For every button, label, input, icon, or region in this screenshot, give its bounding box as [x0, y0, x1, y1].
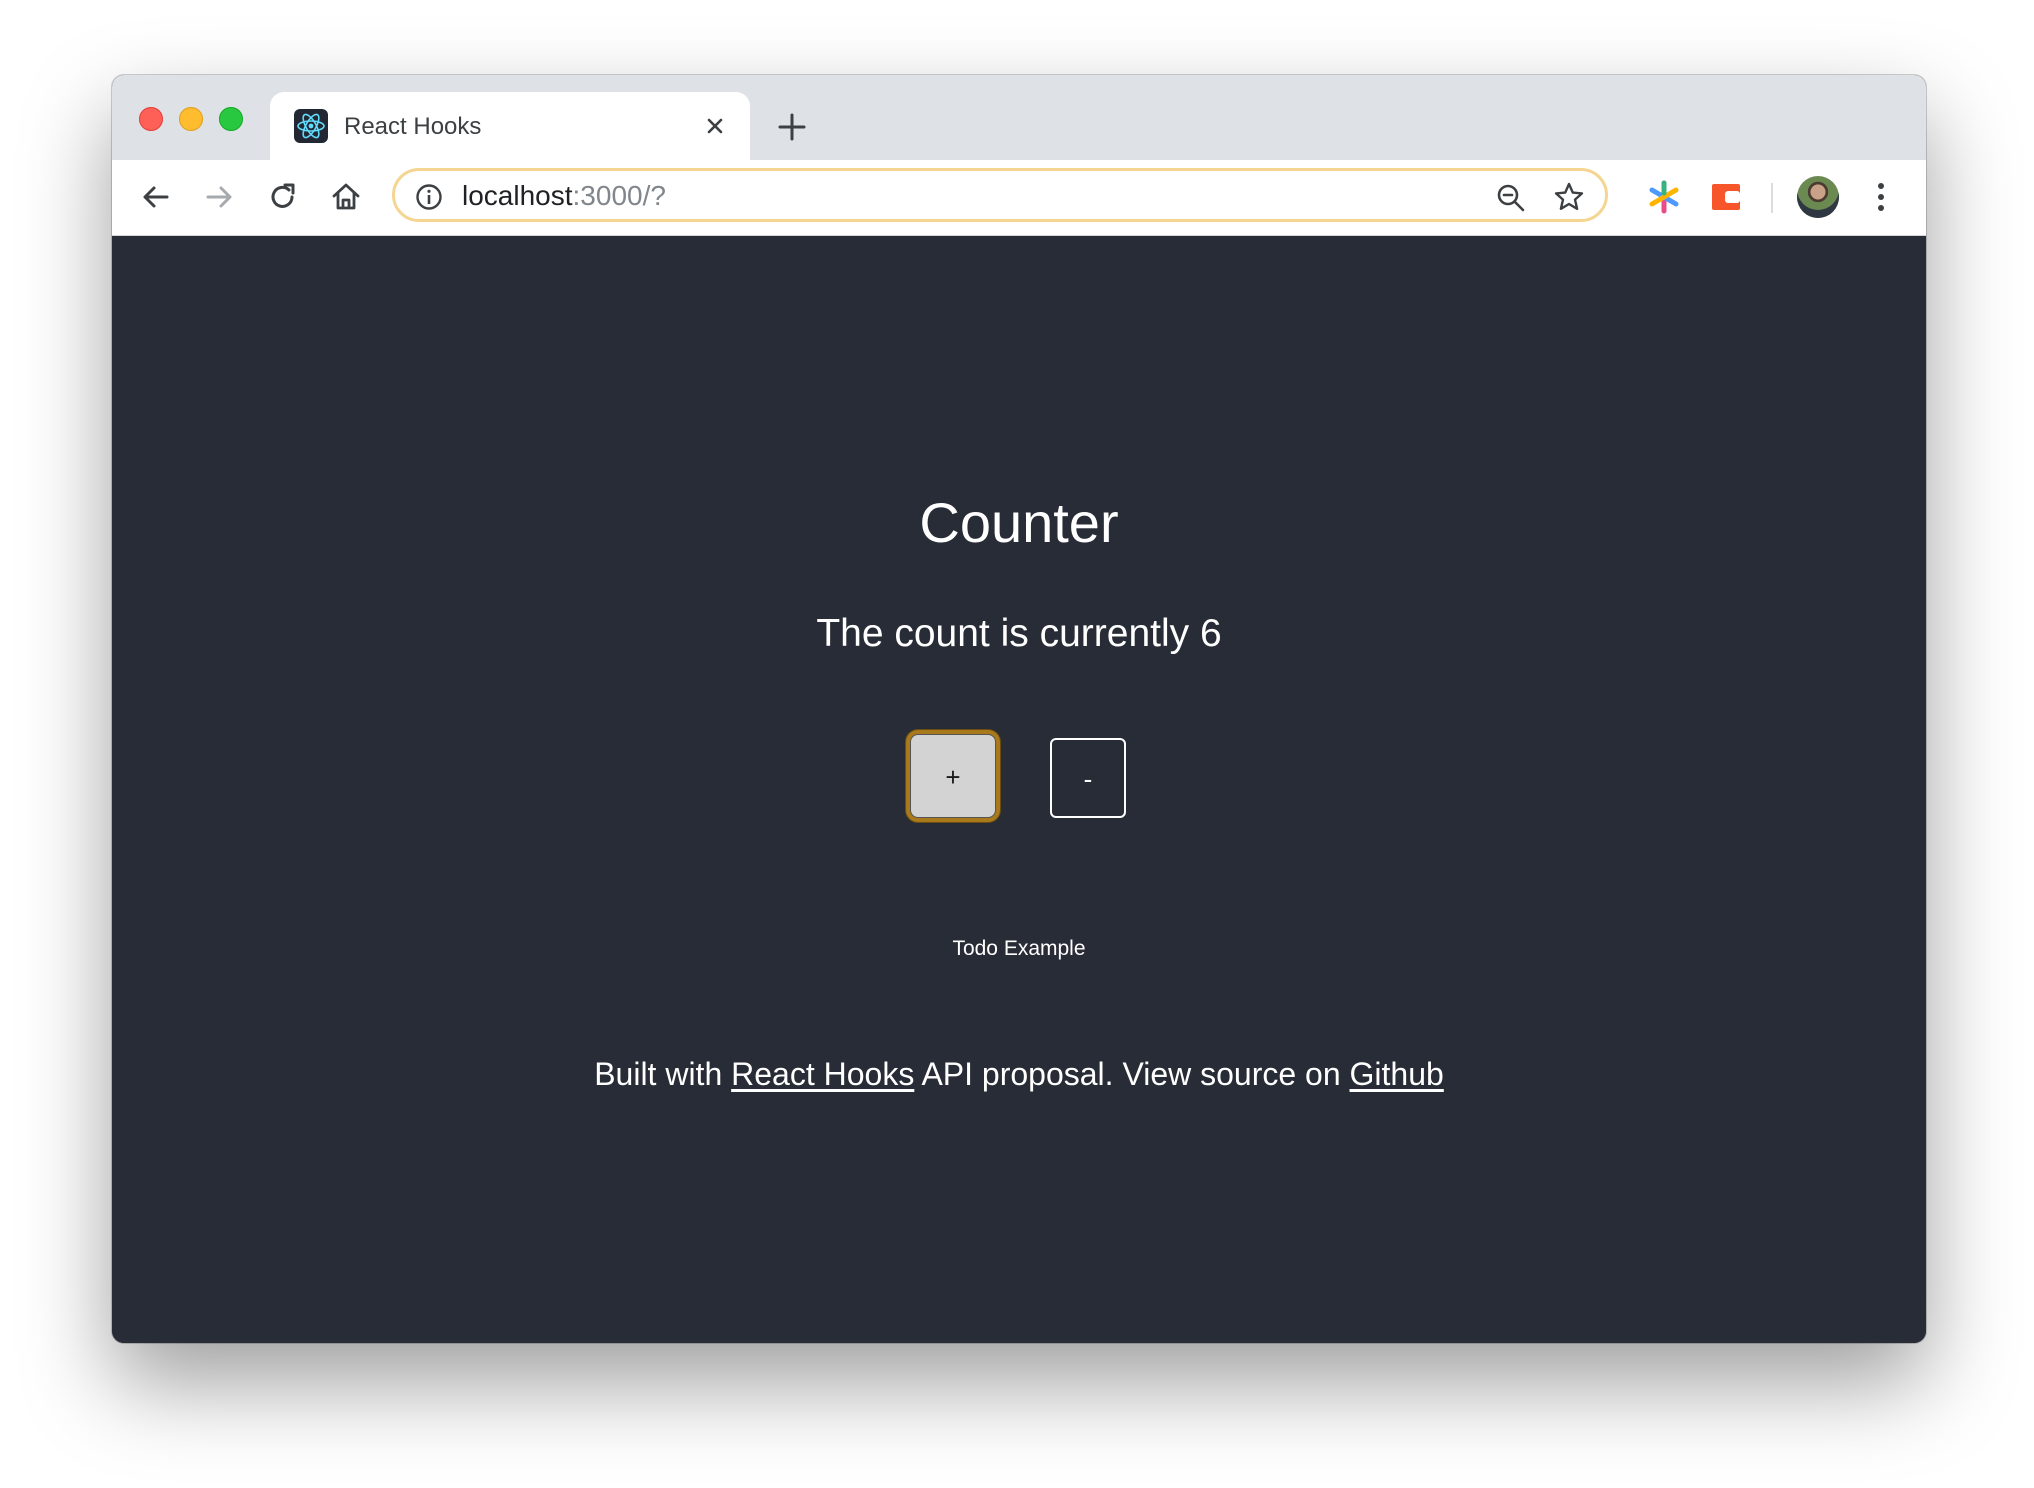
new-tab-icon[interactable] — [774, 109, 810, 145]
minimize-window-button[interactable] — [179, 107, 203, 131]
profile-avatar[interactable] — [1797, 176, 1839, 218]
bookmark-star-icon[interactable] — [1553, 181, 1585, 213]
github-link[interactable]: Github — [1350, 1056, 1444, 1092]
decrement-button[interactable]: - — [1050, 738, 1126, 818]
tab-strip: React Hooks — [112, 75, 1926, 160]
close-window-button[interactable] — [139, 107, 163, 131]
url-host: localhost — [462, 180, 573, 211]
maximize-window-button[interactable] — [219, 107, 243, 131]
count-display: The count is currently 6 — [816, 612, 1222, 655]
more-menu-icon[interactable] — [1874, 179, 1888, 215]
page-content: Counter The count is currently 6 + - Tod… — [112, 236, 1926, 1343]
todo-example-link[interactable]: Todo Example — [112, 936, 1926, 962]
info-icon[interactable] — [415, 183, 443, 211]
orange-c-extension-icon[interactable] — [1708, 179, 1744, 215]
browser-toolbar: localhost:3000/? — [112, 160, 1926, 236]
back-arrow-icon[interactable] — [138, 179, 174, 215]
address-bar[interactable]: localhost:3000/? — [392, 168, 1608, 222]
react-logo-icon — [294, 109, 328, 143]
tab-title: React Hooks — [344, 113, 482, 140]
footer: Built with React Hooks API proposal. Vie… — [112, 1054, 1926, 1094]
url-text[interactable]: localhost:3000/? — [462, 180, 666, 212]
footer-prefix: Built with — [594, 1056, 732, 1092]
close-tab-icon[interactable] — [698, 109, 732, 143]
react-hooks-link[interactable]: React Hooks — [731, 1056, 914, 1092]
increment-button[interactable]: + — [910, 734, 996, 818]
zoom-out-icon[interactable] — [1495, 182, 1527, 214]
tab-react-hooks[interactable]: React Hooks — [270, 92, 750, 160]
home-icon[interactable] — [328, 179, 364, 215]
footer-middle: API proposal. View source on — [914, 1056, 1350, 1092]
page-title: Counter — [919, 491, 1119, 554]
reload-icon[interactable] — [265, 179, 301, 215]
browser-window: React Hooks localhost:3000/? Counter The… — [112, 75, 1926, 1343]
colorful-asterisk-extension-icon[interactable] — [1646, 179, 1682, 215]
url-path: :3000/? — [572, 180, 666, 211]
forward-arrow-icon[interactable] — [201, 179, 237, 215]
toolbar-separator — [1771, 183, 1773, 213]
